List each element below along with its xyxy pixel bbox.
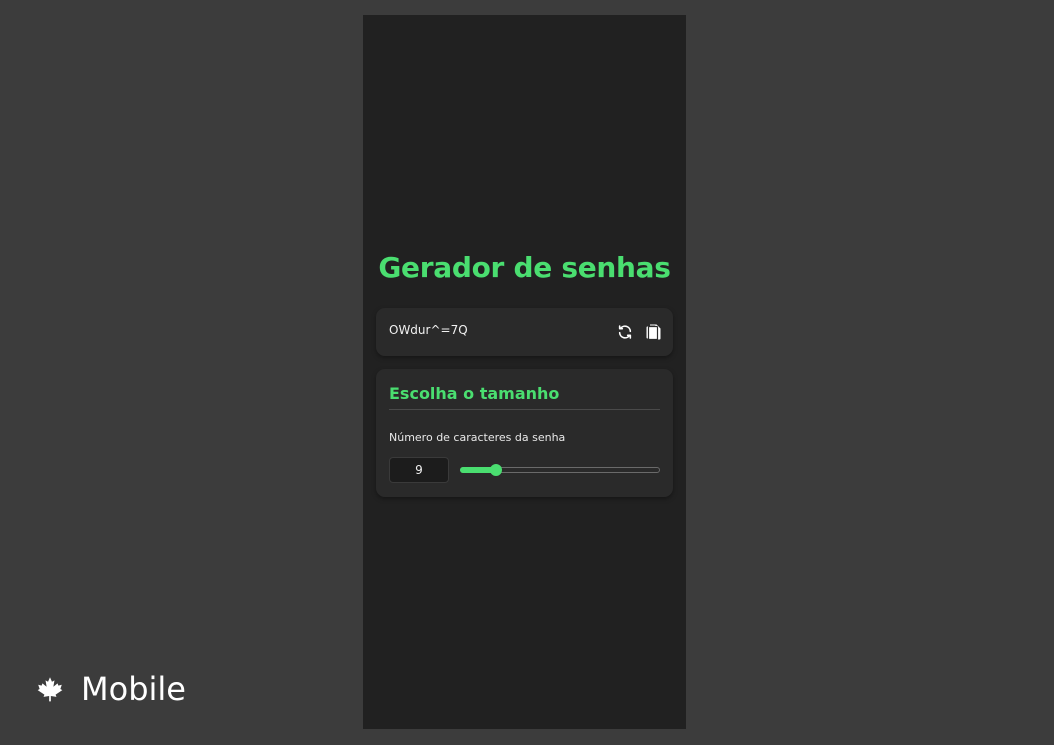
copy-icon xyxy=(646,324,660,340)
brand-label: Mobile xyxy=(81,670,186,708)
length-label: Número de caracteres da senha xyxy=(389,431,566,444)
copy-button[interactable] xyxy=(644,323,662,341)
length-slider[interactable] xyxy=(460,464,660,476)
stage: Gerador de senhas OWdur^=7Q Escolha o ta… xyxy=(0,0,1054,745)
length-section-heading: Escolha o tamanho xyxy=(389,384,560,403)
refresh-button[interactable] xyxy=(616,323,634,341)
maple-leaf-icon xyxy=(37,677,63,702)
slider-thumb[interactable] xyxy=(490,464,502,476)
brand-badge: Mobile xyxy=(36,670,186,708)
section-divider xyxy=(389,409,660,410)
generated-password: OWdur^=7Q xyxy=(389,323,468,337)
mobile-viewport: Gerador de senhas OWdur^=7Q Escolha o ta… xyxy=(363,15,686,729)
length-settings-card: Escolha o tamanho Número de caracteres d… xyxy=(376,369,673,497)
length-input[interactable] xyxy=(389,457,449,483)
page-title: Gerador de senhas xyxy=(378,251,671,284)
password-card: OWdur^=7Q xyxy=(376,308,673,356)
refresh-icon xyxy=(618,325,632,339)
